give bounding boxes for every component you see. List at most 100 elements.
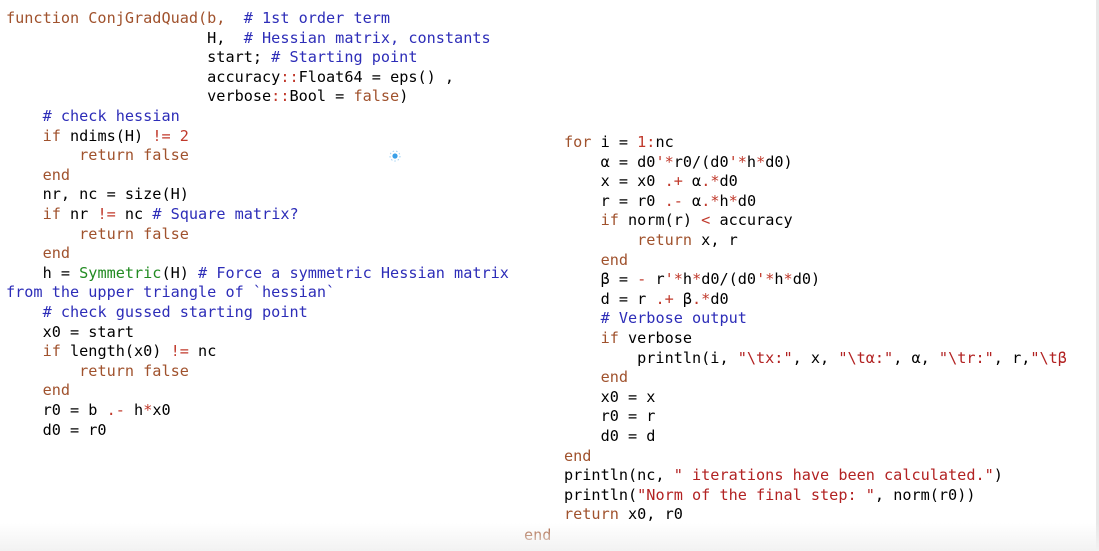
code-token: )	[993, 466, 1003, 485]
code-token: , x,	[792, 348, 839, 367]
code-token: !=	[152, 126, 171, 145]
code-line: x0 = x	[564, 388, 656, 408]
code-token: ndims(H)	[60, 126, 153, 145]
code-token: Float64	[298, 67, 372, 86]
code-token: end	[42, 165, 71, 184]
code-token: return	[564, 505, 619, 524]
code-line: println(nc, " iterations have been calcu…	[564, 466, 1003, 486]
code-token: r0 = r	[564, 407, 656, 426]
code-token: end	[42, 381, 71, 400]
code-line: d0 = d	[564, 427, 656, 447]
code-token: x0	[152, 401, 171, 419]
code-line: function ConjGradQuad(b, # 1st order ter…	[6, 9, 390, 29]
code-token: d0/(d0	[701, 270, 757, 289]
code-token: "Norm of the final step: "	[637, 485, 875, 504]
code-token: if	[42, 126, 61, 145]
bottom-fade	[0, 523, 1099, 551]
code-token: "\tx:"	[737, 348, 793, 367]
code-token: h	[682, 270, 693, 289]
code-token: .+	[655, 289, 674, 308]
code-line: # Verbose output	[564, 309, 747, 329]
code-token: # Verbose output	[600, 309, 747, 328]
code-token: H,	[6, 28, 244, 47]
code-line: end	[564, 368, 628, 388]
code-token: h =	[6, 263, 80, 282]
code-token: r0/(d0	[673, 152, 729, 171]
code-line: nr, nc = size(H)	[6, 185, 189, 205]
code-token: 2	[179, 126, 189, 145]
code-token: '*	[728, 152, 747, 171]
code-line: println("Norm of the final step: ", norm…	[564, 486, 976, 506]
code-line: return false	[6, 146, 189, 166]
code-token: end	[600, 368, 629, 387]
code-line: end	[564, 447, 591, 467]
code-token: , α,	[893, 348, 939, 367]
code-token: r = r0	[564, 191, 665, 210]
code-token: d = r	[564, 289, 656, 308]
code-token: end	[42, 244, 71, 263]
code-token: # Square matrix?	[152, 205, 299, 223]
code-token: verbose	[6, 87, 272, 106]
code-token: x, r	[692, 231, 738, 249]
code-line: x = x0 .+ α.*d0	[564, 172, 738, 192]
code-token: h	[746, 152, 757, 171]
code-token: x0, r0	[618, 505, 683, 524]
code-token: α	[682, 191, 702, 210]
code-line: if ndims(H) != 2	[6, 127, 189, 147]
code-token: nc	[115, 205, 153, 223]
code-token: β =	[564, 270, 638, 289]
code-token: .*	[692, 289, 711, 308]
code-line: if length(x0) != nc	[6, 342, 217, 362]
code-token: x0 = start	[6, 322, 135, 341]
code-token: println(i,	[564, 348, 738, 367]
code-token: '*	[655, 152, 674, 171]
code-token: nr	[60, 205, 98, 223]
code-token: d0)	[792, 270, 821, 289]
code-line: r0 = r	[564, 407, 656, 427]
code-token: accuracy	[6, 67, 281, 86]
code-token: "\tβ	[1030, 348, 1067, 367]
code-token: nc	[188, 342, 217, 361]
code-line: r = r0 .- α.*h*d0	[564, 191, 757, 212]
code-token: d0	[710, 289, 729, 308]
code-line: println(i, "\tx:", x, "\tα:", α, "\tr:",…	[564, 349, 1067, 369]
code-token: α = d0	[564, 152, 656, 171]
code-line: return false	[6, 362, 189, 382]
code-token: .+	[664, 172, 683, 191]
code-token: nr, nc = size(H)	[6, 185, 189, 204]
code-line: if norm(r) < accuracy	[564, 211, 793, 231]
code-token: # Force a symmetric Hessian matrix	[198, 263, 509, 282]
code-token: end	[564, 446, 592, 465]
code-token: .-	[664, 191, 683, 210]
code-token: for	[564, 133, 592, 151]
code-editor[interactable]: function ConjGradQuad(b, # 1st order ter…	[0, 0, 1099, 551]
code-line: if verbose	[564, 329, 692, 349]
code-line: x0 = start	[6, 323, 134, 343]
code-token: norm(r)	[618, 211, 702, 230]
code-token: Symmetric	[79, 263, 162, 282]
code-token: 1:	[637, 133, 656, 151]
code-token: false	[353, 87, 400, 106]
code-token: .*	[701, 172, 720, 191]
code-token: !=	[97, 205, 116, 223]
code-token: )	[399, 87, 409, 106]
code-line: α = d0'*r0/(d0'*h*d0)	[564, 153, 793, 173]
code-token: h	[719, 191, 729, 210]
code-line: H, # Hessian matrix, constants	[6, 28, 490, 49]
code-token: # Starting point	[271, 48, 418, 67]
code-token: α	[682, 172, 702, 191]
code-token: x = x0	[564, 172, 665, 191]
code-line: accuracy::Float64 = eps() ,	[6, 68, 454, 88]
code-token: -	[637, 270, 647, 289]
code-token: end	[600, 250, 629, 269]
code-token: '*	[756, 270, 775, 289]
code-token: if	[600, 329, 619, 347]
code-token: r	[646, 270, 665, 289]
code-line: h = Symmetric(H) # Force a symmetric Hes…	[6, 264, 509, 284]
